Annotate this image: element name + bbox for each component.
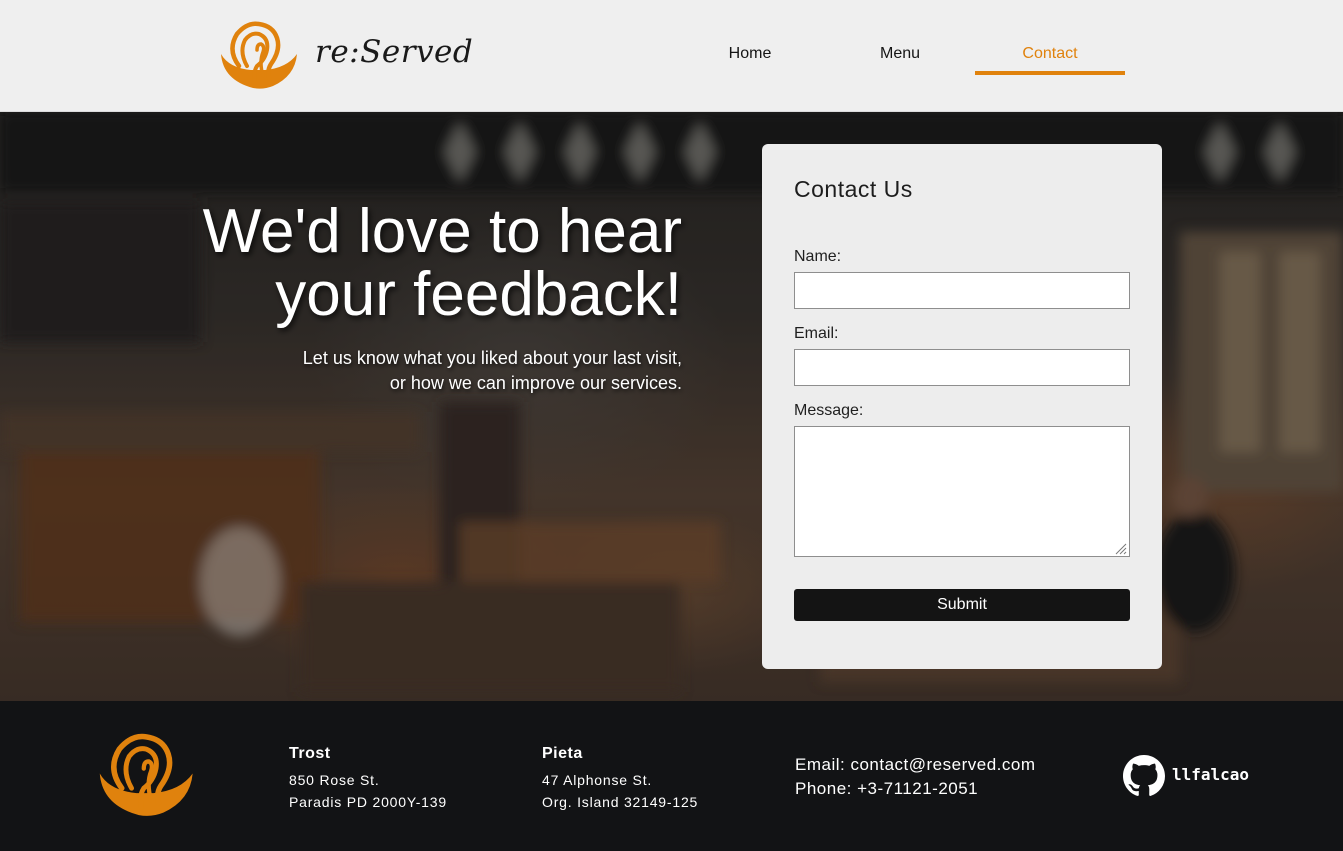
hero-subheadline: Let us know what you liked about your la… bbox=[303, 346, 682, 396]
location-name: Trost bbox=[289, 745, 331, 762]
logo-icon[interactable] bbox=[217, 20, 299, 92]
contact-phone[interactable]: Phone: +3-71121-2051 bbox=[795, 777, 1036, 801]
location-street: 47 Alphonse St. bbox=[542, 772, 653, 788]
name-label: Name: bbox=[794, 248, 842, 265]
email-label: Email: bbox=[794, 325, 839, 342]
footer-logo-icon bbox=[99, 733, 193, 816]
email-field[interactable] bbox=[794, 349, 1130, 386]
site-header: re:Served Home Menu Contact bbox=[0, 0, 1343, 112]
location-city: Org. Island 32149-125 bbox=[542, 794, 699, 810]
submit-button[interactable]: Submit bbox=[794, 589, 1130, 621]
location-pieta: Pieta 47 Alphonse St. Org. Island 32149-… bbox=[542, 745, 698, 813]
form-title: Contact Us bbox=[794, 176, 913, 202]
github-username[interactable]: llfalcao bbox=[1172, 765, 1249, 784]
headline-line-1: We'd love to hear bbox=[202, 197, 682, 266]
contact-info: Email: contact@reserved.com Phone: +3-71… bbox=[795, 753, 1036, 801]
location-street: 850 Rose St. bbox=[289, 772, 380, 788]
name-field[interactable] bbox=[794, 272, 1130, 309]
subheadline-line-1: Let us know what you liked about your la… bbox=[302, 348, 682, 368]
headline-line-2: your feedback! bbox=[275, 260, 682, 329]
contact-form-card: Contact Us Name: Email: Message: Submit bbox=[762, 144, 1162, 669]
nav-menu[interactable]: Menu bbox=[825, 32, 975, 76]
contact-email[interactable]: Email: contact@reserved.com bbox=[795, 753, 1036, 777]
location-name: Pieta bbox=[542, 745, 583, 762]
nav-contact[interactable]: Contact bbox=[975, 32, 1125, 75]
resize-grip-icon[interactable] bbox=[1114, 542, 1127, 555]
subheadline-line-2: or how we can improve our services. bbox=[389, 373, 682, 393]
location-trost: Trost 850 Rose St. Paradis PD 2000Y-139 bbox=[289, 745, 447, 813]
brand-name[interactable]: re:Served bbox=[315, 34, 473, 70]
message-textarea[interactable] bbox=[794, 426, 1130, 557]
hero-headline: We'd love to hear your feedback! bbox=[203, 200, 682, 326]
site-footer: Trost 850 Rose St. Paradis PD 2000Y-139 … bbox=[0, 701, 1343, 851]
message-label: Message: bbox=[794, 402, 864, 419]
nav-home[interactable]: Home bbox=[675, 32, 825, 76]
github-icon[interactable] bbox=[1123, 755, 1165, 797]
location-city: Paradis PD 2000Y-139 bbox=[289, 794, 447, 810]
